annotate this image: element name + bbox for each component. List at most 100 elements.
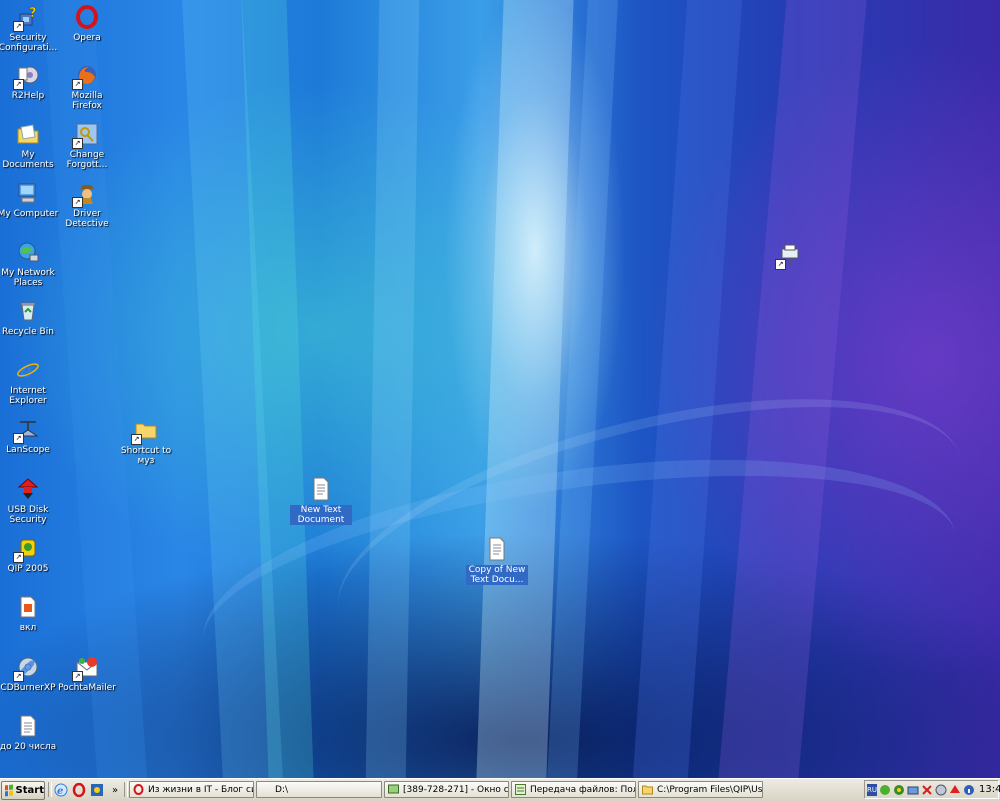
text-document-icon: [484, 536, 510, 562]
network-printer-icon: ↗: [775, 242, 803, 270]
icon-label: Mozilla Firefox: [71, 91, 103, 111]
icon-label: Opera: [73, 33, 101, 43]
antivirus-icon[interactable]: [921, 784, 933, 796]
shortcut-arrow-icon: ↗: [13, 79, 24, 90]
shortcut-arrow-icon: ↗: [72, 197, 83, 208]
shortcut-arrow-icon: ↗: [13, 671, 24, 682]
shortcut-arrow-icon: ↗: [131, 434, 142, 445]
start-label: Start: [15, 785, 44, 796]
desktop-icon-pochtamailer[interactable]: ↗ PochtaMailer: [56, 654, 118, 693]
quick-launch-opera-icon[interactable]: [71, 782, 87, 798]
desktop-icon-my-documents[interactable]: My Documents: [0, 121, 59, 170]
quick-launch-ie-icon[interactable]: e: [53, 782, 69, 798]
lanscope-icon: ↗: [13, 416, 41, 444]
icon-label: QIP 2005: [7, 564, 49, 574]
icon-label: вкл: [19, 623, 37, 633]
qip-icon: ↗: [13, 535, 41, 563]
taskbar-task-d-drive[interactable]: D:\: [256, 781, 382, 798]
recycle-bin-icon: [15, 298, 41, 324]
desktop-icon-vkl[interactable]: вкл: [0, 594, 59, 633]
my-computer-icon: [15, 180, 41, 206]
qip-tray-icon[interactable]: [893, 784, 905, 796]
network-icon[interactable]: [879, 784, 891, 796]
desktop-icon-driver-detective[interactable]: ↗ Driver Detective: [56, 180, 118, 229]
desktop-icon-network-printer-shortcut[interactable]: ↗: [759, 242, 821, 271]
task-label: Передача файлов: Пол...: [530, 784, 636, 795]
icon-label: Security Configurati...: [0, 33, 58, 53]
svg-text:e: e: [20, 360, 32, 381]
icon-label: до 20 числа: [0, 742, 57, 752]
chat-icon: [388, 784, 399, 795]
svg-text:?: ?: [29, 6, 37, 21]
icon-label: New Text Document: [290, 505, 352, 525]
folder-icon: [260, 784, 271, 795]
desktop[interactable]: ? ↗ Security Configurati... ↗ R2Help My …: [0, 0, 1000, 778]
desktop-icon-security-configuration[interactable]: ? ↗ Security Configurati...: [0, 4, 59, 53]
desktop-icon-recycle-bin[interactable]: Recycle Bin: [0, 298, 59, 337]
icon-label: LanScope: [6, 445, 50, 455]
desktop-icon-change-forgotten[interactable]: ↗ Change Forgott...: [56, 121, 118, 170]
icon-label: Change Forgott...: [66, 150, 108, 170]
desktop-icon-qip-2005[interactable]: ↗ QIP 2005: [0, 535, 59, 574]
icon-label: R2Help: [11, 91, 45, 101]
svg-text:e: e: [57, 786, 63, 797]
desktop-icon-mozilla-firefox[interactable]: ↗ Mozilla Firefox: [56, 62, 118, 111]
desktop-icon-opera[interactable]: Opera: [56, 4, 118, 43]
shortcut-arrow-icon: ↗: [13, 552, 24, 563]
text-document-icon: [15, 713, 41, 739]
icon-label: PochtaMailer: [58, 683, 116, 693]
system-tray: RU 13:42: [864, 780, 1000, 799]
usb-disk-security-icon: [15, 476, 41, 502]
language-indicator[interactable]: RU: [867, 783, 877, 796]
desktop-icon-r2help[interactable]: ↗ R2Help: [0, 62, 59, 101]
start-button[interactable]: Start: [1, 781, 45, 800]
clock[interactable]: 13:42: [979, 784, 1000, 795]
info-icon[interactable]: [963, 784, 975, 796]
quick-launch-more-button[interactable]: »: [107, 782, 123, 798]
desktop-icon-usb-disk-security[interactable]: USB Disk Security: [0, 476, 59, 525]
taskbar-task-chat-window[interactable]: [389-728-271] - Окно со...: [384, 781, 509, 798]
taskbar-task-opera-blog[interactable]: Из жизни в IT - Блог сис...: [129, 781, 254, 798]
desktop-icon-do-20-chisla[interactable]: до 20 числа: [0, 713, 59, 752]
desktop-icon-cdburnerxp[interactable]: ↗ CDBurnerXP: [0, 654, 59, 693]
file-icon: [15, 594, 41, 620]
desktop-icon-lanscope[interactable]: ↗ LanScope: [0, 416, 59, 455]
opera-icon: [133, 784, 144, 795]
shortcut-arrow-icon: ↗: [72, 671, 83, 682]
internet-explorer-icon: e: [15, 357, 41, 383]
taskbar: Start e » Из жизни в IT - Блог сис... D:…: [0, 778, 1000, 801]
desktop-icon-new-text-document[interactable]: New Text Document: [290, 476, 352, 525]
desktop-icon-my-computer[interactable]: My Computer: [0, 180, 59, 219]
desktop-icon-copy-of-new-text-document[interactable]: Copy of New Text Docu...: [466, 536, 528, 585]
shortcut-arrow-icon: ↗: [72, 138, 83, 149]
cdburner-icon: ↗: [13, 654, 41, 682]
quick-launch-qip-icon[interactable]: [89, 782, 105, 798]
network-places-icon: [15, 239, 41, 265]
opera-icon: [74, 4, 100, 30]
task-label: Из жизни в IT - Блог сис...: [148, 784, 253, 795]
icon-label: My Documents: [2, 150, 54, 170]
desktop-icon-internet-explorer[interactable]: e Internet Explorer: [0, 357, 59, 406]
icon-label: My Computer: [0, 209, 59, 219]
usb-icon[interactable]: [935, 784, 947, 796]
shortcut-arrow-icon: ↗: [13, 433, 24, 444]
shortcut-arrow-icon: ↗: [775, 259, 786, 270]
my-documents-icon: [15, 121, 41, 147]
folder-icon: [642, 784, 653, 795]
volume-icon[interactable]: [949, 784, 961, 796]
taskbar-separator: [48, 782, 52, 797]
pochtamailer-icon: ↗: [72, 654, 100, 682]
security-icon[interactable]: [907, 784, 919, 796]
icon-label: Recycle Bin: [2, 327, 54, 337]
desktop-icon-my-network-places[interactable]: My Network Places: [0, 239, 59, 288]
firefox-icon: ↗: [72, 62, 100, 90]
icon-label: Shortcut to муз: [120, 446, 172, 466]
folder-shortcut-icon: ↗: [131, 417, 159, 445]
desktop-icon-shortcut-to-muz[interactable]: ↗ Shortcut to муз: [115, 417, 177, 466]
taskbar-task-qip-folder[interactable]: C:\Program Files\QIP\Us...: [638, 781, 763, 798]
icon-label: USB Disk Security: [7, 505, 49, 525]
taskbar-task-file-transfer[interactable]: Передача файлов: Пол...: [511, 781, 636, 798]
icon-label: CDBurnerXP: [0, 683, 56, 693]
icon-label: Driver Detective: [65, 209, 109, 229]
shortcut-arrow-icon: ↗: [13, 21, 24, 32]
